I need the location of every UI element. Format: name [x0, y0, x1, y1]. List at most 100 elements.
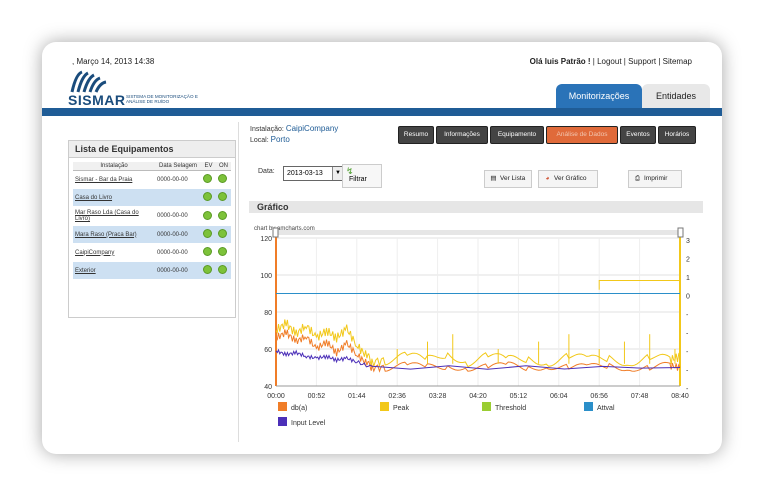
col-ev: EV	[201, 162, 217, 171]
x-tick-label: 06:04	[550, 393, 568, 400]
logo-subtitle: SISTEMA DE MONITORIZAÇÃO E ANÁLISE DE RU…	[126, 94, 198, 104]
installation-label: Instalação:	[250, 126, 284, 133]
equipment-link[interactable]: Mara Raso (Praca Bar)	[73, 225, 155, 244]
equipment-panel: Lista de Equipamentos Instalação Data Se…	[68, 140, 236, 318]
table-row: Mar Raso Lda (Casa do Livro) 0000-00-00	[73, 206, 231, 226]
chart-container: chart by amcharts.com 40 60 80 100 120 00:00 0…	[250, 216, 696, 442]
x-tick-label: 07:48	[631, 393, 649, 400]
on-status-icon	[218, 174, 228, 183]
logo-waves-icon	[70, 70, 107, 93]
ver-grafico-button[interactable]: ◕ Ver Gráfico	[538, 170, 598, 188]
right-tick-label: -	[686, 312, 689, 319]
x-tick-label: 00:52	[308, 393, 326, 400]
table-row: Casa do Livro	[73, 188, 231, 207]
line-chart[interactable]: 40608010012000:00 00:52 01:44 02:36 03:28 04:…	[250, 216, 696, 442]
nav-band	[42, 108, 722, 116]
chart-scrollbar	[276, 230, 680, 235]
grafico-section-title: Gráfico	[249, 201, 703, 213]
x-tick-label: 03:28	[429, 393, 447, 400]
app-window: , Março 14, 2013 14:38 Olá luis Patrão !…	[42, 42, 722, 454]
seal-date: 0000-00-00	[155, 243, 202, 262]
table-row: Exterior 0000-00-00	[73, 261, 231, 280]
ver-lista-button[interactable]: ▤ Ver Lista	[484, 170, 532, 188]
legend-label: db(a)	[291, 405, 307, 412]
logo-name: SISMAR	[68, 92, 126, 108]
ev-status-icon	[203, 265, 213, 274]
legend-label: Threshold	[495, 405, 526, 412]
top-bar: , Março 14, 2013 14:38 Olá luis Patrão !…	[42, 42, 722, 70]
ev-status-icon	[203, 210, 213, 220]
local-label: Local:	[250, 137, 269, 144]
on-status-icon	[218, 247, 228, 256]
local-value: Porto	[270, 135, 290, 144]
support-link[interactable]: Support	[628, 57, 656, 66]
equipment-link[interactable]: Casa do Livro	[73, 188, 155, 207]
right-tick-label: 3	[686, 238, 690, 245]
seal-date: 0000-00-00	[155, 206, 202, 226]
seal-date	[155, 188, 202, 207]
date-value: 2013-03-13	[287, 170, 323, 177]
on-status-icon	[218, 210, 228, 220]
imprimir-button[interactable]: ⎙ Imprimir	[628, 170, 682, 188]
ev-status-icon	[203, 247, 213, 256]
x-tick-label: 05:12	[510, 393, 528, 400]
tab-entidades[interactable]: Entidades	[642, 84, 710, 108]
equipment-link[interactable]: Sismar - Bar da Praia	[73, 170, 155, 189]
legend-swatch	[482, 402, 491, 411]
installation-value: CaipiCompany	[285, 124, 339, 133]
y-tick-label: 120	[260, 236, 272, 243]
legend-swatch	[584, 402, 593, 411]
analise-dados-button[interactable]: Análise de Dados	[546, 126, 618, 144]
equipment-link[interactable]: Exterior	[73, 261, 155, 280]
equipment-link[interactable]: Mar Raso Lda (Casa do Livro)	[73, 206, 155, 226]
x-tick-label: 02:36	[388, 393, 406, 400]
date-label: Data:	[258, 168, 275, 175]
scroll-handle-right	[677, 227, 684, 238]
legend-swatch	[278, 402, 287, 411]
panel-divider	[238, 122, 239, 442]
informacoes-button[interactable]: Informações	[436, 126, 488, 144]
seal-date: 0000-00-00	[155, 225, 202, 244]
eventos-button[interactable]: Eventos	[620, 126, 656, 144]
legend-swatch	[380, 402, 389, 411]
installation-info: Instalação: CaipiCompany Local: Porto	[250, 124, 338, 146]
equipment-link[interactable]: CaipiCompany	[73, 243, 155, 262]
ev-status-icon	[203, 174, 213, 183]
date-select[interactable]: 2013-03-13 ▼	[283, 166, 344, 181]
right-tick-label: -	[686, 386, 689, 393]
sitemap-link[interactable]: Sitemap	[663, 57, 692, 66]
equipamento-button[interactable]: Equipamento	[490, 126, 544, 144]
on-status-icon	[218, 229, 228, 238]
col-on: ON	[216, 162, 231, 171]
scroll-handle-left	[272, 227, 279, 238]
printer-icon: ⎙	[634, 175, 641, 182]
equipment-table: Instalação Data Selagem EV ON Sismar - B…	[73, 162, 231, 280]
imprimir-label: Imprimir	[644, 175, 668, 182]
resumo-button[interactable]: Resumo	[398, 126, 434, 144]
table-row: CaipiCompany 0000-00-00	[73, 243, 231, 262]
on-status-icon	[218, 265, 228, 274]
on-status-icon	[218, 192, 228, 201]
horarios-button[interactable]: Horários	[658, 126, 696, 144]
right-tick-label: 1	[686, 275, 690, 282]
filtrar-label: Filtrar	[349, 176, 367, 183]
list-icon: ▤	[490, 175, 497, 182]
y-tick-label: 100	[260, 273, 272, 280]
logout-link[interactable]: Logout	[597, 57, 621, 66]
table-row: Sismar - Bar da Praia 0000-00-00	[73, 170, 231, 189]
user-links: Olá luis Patrão ! | Logout | Support | S…	[529, 57, 692, 66]
filtrar-button[interactable]: ↯ Filtrar	[342, 164, 382, 188]
x-tick-label: 00:00	[267, 393, 285, 400]
x-tick-label: 04:20	[469, 393, 487, 400]
col-data-selagem: Data Selagem	[155, 162, 202, 171]
tab-monitorizacoes[interactable]: Monitorizações	[556, 84, 642, 108]
seal-date: 0000-00-00	[155, 261, 202, 280]
right-tick-label: 0	[686, 294, 690, 301]
equipment-panel-title: Lista de Equipamentos	[69, 141, 235, 158]
seal-date: 0000-00-00	[155, 170, 202, 189]
ev-status-icon	[203, 229, 213, 238]
legend-label: Input Level	[291, 420, 326, 427]
right-tick-label: 2	[686, 257, 690, 264]
pie-chart-icon: ◕	[545, 175, 550, 182]
greeting: Olá luis Patrão !	[529, 57, 591, 66]
